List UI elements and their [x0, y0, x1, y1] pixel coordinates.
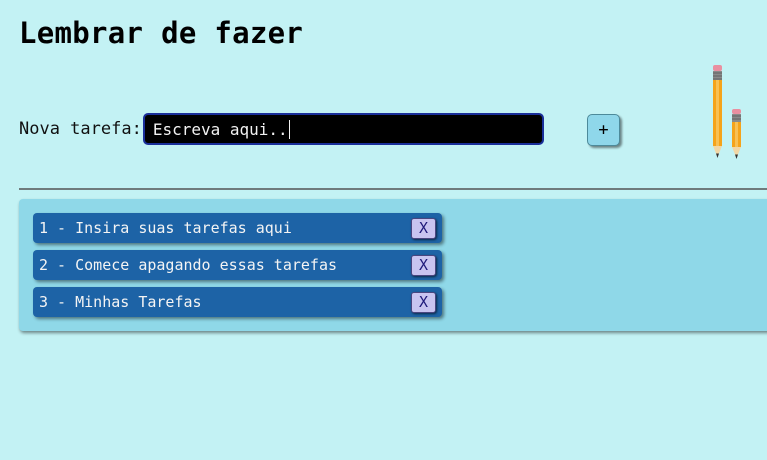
divider — [19, 188, 767, 190]
pencils-icon — [713, 65, 741, 159]
new-task-input[interactable]: Escreva aqui.. — [142, 113, 544, 145]
task-text: 1 - Insira suas tarefas aqui — [39, 219, 292, 237]
new-task-label: Nova tarefa: — [19, 119, 142, 139]
task-text: 2 - Comece apagando essas tarefas — [39, 256, 338, 274]
page-title: Lembrar de fazer — [19, 16, 304, 50]
add-task-button[interactable]: + — [587, 114, 620, 146]
new-task-input-value: Escreva aqui.. — [152, 119, 288, 139]
task-text: 3 - Minhas Tarefas — [39, 293, 202, 311]
text-caret — [288, 119, 290, 139]
task-item: 2 - Comece apagando essas tarefas X — [33, 250, 442, 280]
delete-task-button[interactable]: X — [411, 291, 436, 313]
task-list: 1 - Insira suas tarefas aqui X 2 - Comec… — [19, 199, 767, 331]
task-item: 1 - Insira suas tarefas aqui X — [33, 213, 442, 243]
delete-task-button[interactable]: X — [411, 254, 436, 276]
delete-task-button[interactable]: X — [411, 217, 436, 239]
task-item: 3 - Minhas Tarefas X — [33, 287, 442, 317]
new-task-form: Nova tarefa: Escreva aqui.. — [19, 111, 544, 147]
